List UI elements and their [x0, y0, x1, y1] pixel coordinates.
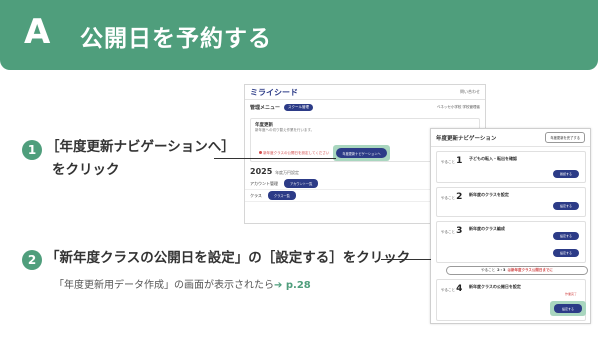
- menu-label: 管理メニュー: [250, 105, 281, 111]
- class-list-button[interactable]: クラス一覧: [267, 191, 296, 200]
- step-number: やること 3: [441, 226, 463, 236]
- navi-header: 年度更新ナビゲーション 年度更新を完了する: [431, 129, 590, 147]
- year-suffix: 年度万円設定: [275, 170, 300, 175]
- step-2-note: 「年度更新用データ作成」の画面が表示されたら➔ p.28: [54, 280, 311, 291]
- publish-date-set-button[interactable]: 設定する: [554, 304, 582, 313]
- app-logo: ミライシード: [250, 87, 298, 97]
- row-label: アカウント管理: [250, 180, 278, 186]
- set-button[interactable]: 設定する: [553, 249, 579, 257]
- warning-icon: [259, 151, 262, 154]
- done-label: 作業完了: [565, 292, 578, 296]
- topbar-link[interactable]: 問い合わせ: [460, 89, 480, 95]
- section-header: A 公開日を予約する: [0, 0, 598, 70]
- step-1-line2: をクリック: [52, 162, 120, 178]
- page-reference: ➔ p.28: [274, 280, 311, 291]
- set-button[interactable]: 設定する: [553, 232, 579, 240]
- step-number: やること 4: [441, 284, 463, 294]
- navi-step-3: やること 3 新年度のクラス編成 設定する 設定する: [436, 221, 586, 263]
- row-label: クラス: [250, 192, 262, 198]
- step-1-leader: [214, 158, 336, 159]
- year-update-navi-button[interactable]: 年度更新ナビゲーションへ: [336, 148, 387, 158]
- year-number: 2025: [250, 167, 273, 176]
- step-1-line1: ［年度更新ナビゲーションへ］: [46, 139, 235, 155]
- confirm-button[interactable]: 確認する: [553, 170, 579, 178]
- step-title: 新年度クラスの公開日を設定: [469, 284, 521, 289]
- warning-message: 新年度クラスの公開日を設定してください: [259, 151, 329, 156]
- finish-button[interactable]: 年度更新を完了する: [545, 132, 585, 143]
- step-1-number: 1: [22, 140, 42, 160]
- step-2-leader: [381, 259, 431, 260]
- screenshot-year-update-navi: 年度更新ナビゲーション 年度更新を完了する やること 1 子どもの転入・転出を確…: [430, 128, 591, 324]
- menu-pill[interactable]: スクール管理: [284, 104, 314, 111]
- section-letter: A: [24, 12, 51, 52]
- navi-step-1: やること 1 子どもの転入・転出を確認 確認する: [436, 151, 586, 183]
- account-list-button[interactable]: アカウント一覧: [284, 179, 319, 188]
- step-number: やること 2: [441, 192, 463, 202]
- navi-title: 年度更新ナビゲーション: [436, 135, 497, 142]
- app-topbar: ミライシード 問い合わせ: [245, 85, 485, 100]
- section-title: 公開日を予約する: [80, 26, 272, 52]
- step-title: 子どもの転入・転出を確認: [469, 156, 517, 161]
- school-name: ベネッセ小学校 学校管理者: [436, 105, 480, 109]
- warning-text: 新年度クラスの公開日を設定してください: [263, 151, 330, 155]
- step-2-number: 2: [22, 250, 42, 270]
- menu-row: 管理メニュー スクール管理 ベネッセ小学校 学校管理者: [245, 100, 485, 115]
- step-title: 新年度のクラスを設定: [469, 192, 509, 197]
- step-number: やること 1: [441, 156, 463, 166]
- timing-divider: やること 2・3 は新年度クラス公開日までに: [446, 266, 588, 275]
- step-title: 新年度のクラス編成: [469, 226, 505, 231]
- navi-step-2: やること 2 新年度のクラスを設定 設定する: [436, 187, 586, 217]
- step-2-line1: 「新年度クラスの公開日を設定」の［設定する］をクリック: [46, 250, 411, 266]
- set-button[interactable]: 設定する: [553, 202, 579, 210]
